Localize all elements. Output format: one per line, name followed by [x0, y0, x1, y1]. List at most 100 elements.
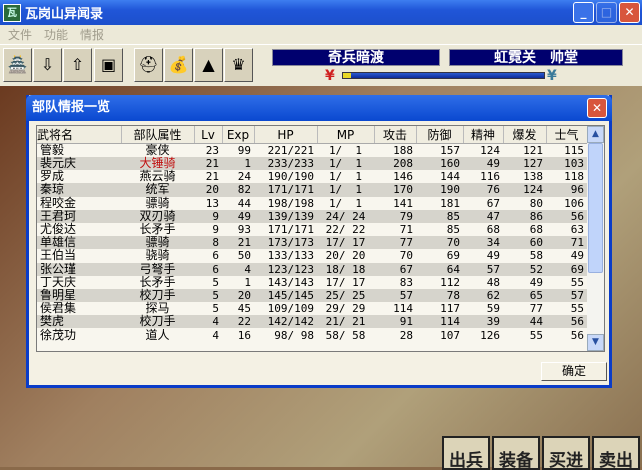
column-header[interactable]: 部队属性 — [121, 126, 195, 144]
cell-lv: 21 — [194, 157, 222, 171]
scroll-up-button[interactable]: ▲ — [587, 126, 604, 143]
battle-progress-bar — [342, 72, 545, 79]
scroll-thumb[interactable] — [588, 143, 603, 273]
dialog-close-button[interactable]: ✕ — [587, 98, 607, 118]
column-header[interactable]: 防御 — [416, 126, 464, 144]
cell-spirit: 47 — [463, 209, 503, 223]
table-row[interactable]: 管毅 豪侠 23 99 221/221 1/ 1 188 157 124 121 115 — [37, 144, 587, 158]
menu-file[interactable]: 文件 — [4, 26, 36, 43]
ok-button[interactable]: 确定 — [541, 362, 607, 381]
buy-button[interactable]: 买进 — [542, 436, 590, 470]
cell-defense: 69 — [446, 249, 460, 263]
table-row[interactable]: 秦琼 统军 20 82 171/171 1/ 1 170 190 76 124 96 — [37, 183, 587, 197]
cell-attack: 91 — [374, 315, 416, 329]
cell-morale: 56 — [570, 328, 584, 342]
column-header[interactable]: 士气 — [546, 126, 588, 144]
scroll-down-icon[interactable]: ⇩ — [33, 48, 62, 82]
table-row[interactable]: 徐茂功 道人 4 16 98/ 98 58/ 58 28 107 126 55 56 — [37, 328, 587, 342]
cell-attack: 79 — [374, 209, 416, 223]
unit-info-dialog: 部队情报一览 ✕ 武将名 部队属性 Lv Exp HP MP 攻击 防御 精神 爆发 士气 管毅 豪侠… — [26, 95, 612, 388]
menu-function[interactable]: 功能 — [40, 26, 72, 43]
cell-hp: 143/143 — [267, 275, 314, 289]
vertical-scrollbar[interactable]: ▲ ▼ — [587, 126, 604, 351]
table-row[interactable]: 侯君集 探马 5 45 109/109 29/ 29 114 117 59 77 55 — [37, 302, 587, 316]
table-row[interactable]: 程咬金 骠骑 13 44 198/198 1/ 1 141 181 67 80 106 — [37, 195, 587, 210]
cell-burst: 65 — [503, 288, 546, 303]
cell-name: 秦琼 — [37, 183, 121, 197]
sell-button[interactable]: 卖出 — [592, 436, 640, 470]
cell-exp: 4 — [222, 262, 254, 276]
cell-burst: 86 — [503, 209, 546, 223]
table-row[interactable]: 丁天庆 长矛手 5 1 143/143 17/ 17 83 112 48 49 55 — [37, 275, 587, 289]
table-row[interactable]: 张公瑾 弓弩手 6 4 123/123 18/ 18 67 64 57 52 69 — [37, 262, 587, 276]
mountain-icon[interactable]: ▲ — [194, 48, 223, 82]
table-row[interactable]: 单雄信 骠骑 8 21 173/173 17/ 17 77 70 34 60 71 — [37, 236, 587, 250]
cell-burst: 49 — [529, 275, 543, 289]
table-row[interactable]: 王君珂 双刃骑 9 49 139/139 24/ 24 79 85 47 86 56 — [37, 209, 587, 223]
blue-flag-icon: ¥ — [547, 68, 557, 84]
cell-exp: 22 — [222, 315, 254, 329]
cell-mp: 1/ 1 — [317, 183, 374, 197]
computer-icon[interactable]: ▣ — [94, 48, 123, 82]
location-name: 虹霓关 帅堂 — [449, 49, 623, 66]
cell-exp: 93 — [237, 223, 251, 237]
table-row[interactable]: 王伯当 骁骑 6 50 133/133 20/ 20 70 69 49 58 49 — [37, 249, 587, 263]
scroll-down-button[interactable]: ▼ — [587, 334, 604, 351]
column-header[interactable]: HP — [254, 126, 318, 144]
cell-type: 骠骑 — [145, 195, 170, 210]
cell-name: 樊虎 — [37, 315, 121, 329]
column-header[interactable]: 武将名 — [37, 126, 122, 144]
cell-spirit: 57 — [463, 262, 503, 276]
dialog-title: 部队情报一览 — [26, 95, 612, 121]
scroll-up-icon[interactable]: ⇧ — [63, 48, 92, 82]
cell-spirit: 34 — [463, 236, 503, 250]
close-button[interactable]: ✕ — [619, 2, 640, 23]
gold-ingot-icon[interactable]: ♛ — [224, 48, 253, 82]
cell-mp: 17/ 17 — [317, 236, 374, 250]
column-header[interactable]: MP — [317, 126, 375, 144]
cell-exp: 45 — [237, 302, 251, 316]
cell-defense: 114 — [416, 315, 463, 329]
column-header[interactable]: 攻击 — [374, 126, 417, 144]
cell-burst: 52 — [503, 262, 546, 276]
column-header[interactable]: Lv — [194, 126, 223, 144]
cell-lv: 4 — [212, 328, 219, 342]
table-row[interactable]: 罗成 燕云骑 21 24 190/190 1/ 1 146 144 116 138 118 — [37, 169, 587, 184]
cell-hp: 171/171 — [254, 183, 317, 197]
castle-icon[interactable]: 🏯 — [3, 48, 32, 82]
column-header[interactable]: 爆发 — [503, 126, 547, 144]
table-row[interactable]: 裴元庆 大锤骑 21 1 233/233 1/ 1 208 160 49 127 103 — [37, 157, 587, 171]
cell-lv: 4 — [194, 315, 222, 329]
table-row[interactable]: 尤俊达 长矛手 9 93 171/171 22/ 22 71 85 68 68 63 — [37, 222, 587, 237]
cell-type: 燕云骑 — [139, 169, 176, 184]
cell-defense: 85 — [446, 223, 460, 237]
table-row[interactable]: 樊虎 校刀手 4 22 142/142 21/ 21 91 114 39 44 56 — [37, 315, 587, 329]
menu-bar: 文件 功能 情报 — [0, 25, 642, 44]
minimize-button[interactable]: _ — [573, 2, 594, 23]
cell-morale: 96 — [546, 183, 587, 197]
helmet-icon[interactable]: ⛑ — [134, 48, 163, 82]
column-header[interactable]: Exp — [222, 126, 255, 144]
cell-type: 长矛手 — [139, 222, 176, 237]
cell-attack: 141 — [393, 196, 413, 210]
deploy-button[interactable]: 出兵 — [442, 436, 490, 470]
cell-mp: 25/ 25 — [317, 288, 374, 303]
cell-hp: 139/139 — [254, 209, 317, 223]
cell-spirit: 76 — [463, 183, 503, 197]
cell-exp: 1 — [244, 275, 251, 289]
cell-morale: 57 — [546, 288, 587, 303]
cell-defense: 112 — [440, 275, 460, 289]
equip-button[interactable]: 装备 — [492, 436, 540, 470]
column-header[interactable]: 精神 — [463, 126, 504, 144]
cell-attack: 57 — [374, 288, 416, 303]
cell-spirit: 48 — [486, 275, 500, 289]
money-bag-icon[interactable]: 💰 — [164, 48, 193, 82]
cell-mp: 24/ 24 — [317, 209, 374, 223]
cell-lv: 5 — [212, 275, 219, 289]
cell-morale: 63 — [570, 223, 584, 237]
table-row[interactable]: 鲁明星 校刀手 5 20 145/145 25/ 25 57 78 62 65 57 — [37, 288, 587, 303]
cell-burst: 77 — [529, 302, 543, 316]
maximize-button[interactable]: □ — [596, 2, 617, 23]
menu-intel[interactable]: 情报 — [76, 26, 108, 43]
cell-attack: 28 — [399, 328, 413, 342]
